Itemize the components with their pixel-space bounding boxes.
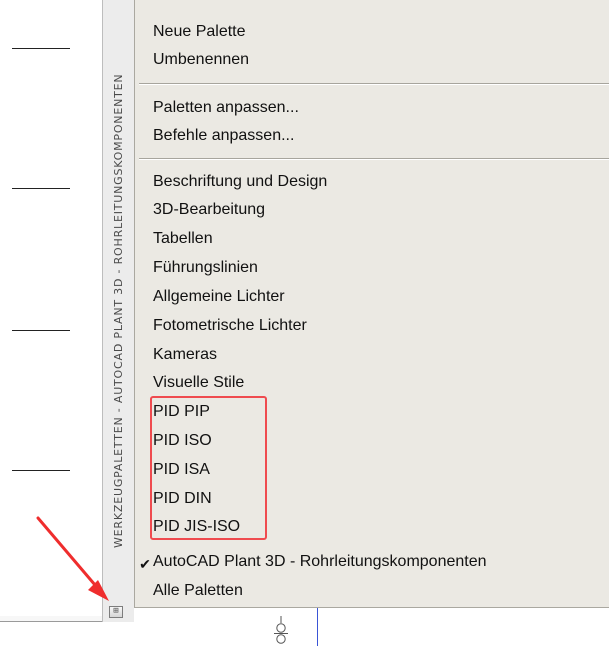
menu-item-kameras[interactable]: Kameras — [153, 341, 217, 369]
autocad-screen: { "tool_palette": { "title": "WERKZEUGPA… — [0, 0, 609, 646]
palette-tool-line[interactable] — [12, 470, 70, 471]
palette-tool-line[interactable] — [12, 188, 70, 189]
tool-palette-content — [0, 0, 102, 616]
menu-item-pid-jis-iso[interactable]: PID JIS-ISO — [153, 513, 240, 541]
menu-item-beschriftung-und-design[interactable]: Beschriftung und Design — [153, 168, 327, 196]
menu-item-pid-iso[interactable]: PID ISO — [153, 427, 212, 455]
menu-item-tabellen[interactable]: Tabellen — [153, 225, 213, 253]
menu-item-pid-din[interactable]: PID DIN — [153, 485, 212, 513]
menu-item-pid-pip[interactable]: PID PIP — [153, 398, 210, 426]
palette-tool-line[interactable] — [12, 48, 70, 49]
pipe-symbol-icon — [274, 616, 288, 644]
menu-item-autocad-plant-3d-rohrleitungskomponenten[interactable]: AutoCAD Plant 3D - Rohrleitungskomponent… — [153, 548, 487, 576]
palette-title: WERKZEUGPALETTEN - AUTOCAD PLANT 3D - RO… — [112, 73, 125, 549]
menu-item-umbenennen[interactable]: Umbenennen — [153, 46, 249, 74]
menu-item-fuehrungslinien[interactable]: Führungslinien — [153, 254, 258, 282]
menu-item-3d-bearbeitung[interactable]: 3D-Bearbeitung — [153, 196, 265, 224]
menu-item-fotometrische-lichter[interactable]: Fotometrische Lichter — [153, 312, 307, 340]
menu-item-paletten-anpassen[interactable]: Paletten anpassen... — [153, 94, 299, 122]
drawing-area[interactable] — [134, 608, 609, 646]
menu-item-visuelle-stile[interactable]: Visuelle Stile — [153, 369, 244, 397]
menu-separator — [139, 83, 609, 84]
menu-separator — [139, 158, 609, 159]
menu-item-pid-isa[interactable]: PID ISA — [153, 456, 210, 484]
tool-palette: WERKZEUGPALETTEN - AUTOCAD PLANT 3D - RO… — [0, 0, 134, 622]
palette-properties-icon[interactable]: ⊞ — [109, 606, 123, 618]
palette-title-strip[interactable]: WERKZEUGPALETTEN - AUTOCAD PLANT 3D - RO… — [102, 0, 134, 622]
blue-drawing-line — [317, 608, 318, 646]
menu-item-befehle-anpassen[interactable]: Befehle anpassen... — [153, 122, 294, 150]
checkmark-icon: ✔ — [139, 556, 151, 572]
palette-tool-line[interactable] — [12, 330, 70, 331]
menu-item-allgemeine-lichter[interactable]: Allgemeine Lichter — [153, 283, 285, 311]
menu-item-alle-paletten[interactable]: Alle Paletten — [153, 577, 243, 605]
menu-item-neue-palette[interactable]: Neue Palette — [153, 18, 246, 46]
palette-context-menu: Neue Palette Umbenennen Paletten anpasse… — [134, 0, 609, 608]
